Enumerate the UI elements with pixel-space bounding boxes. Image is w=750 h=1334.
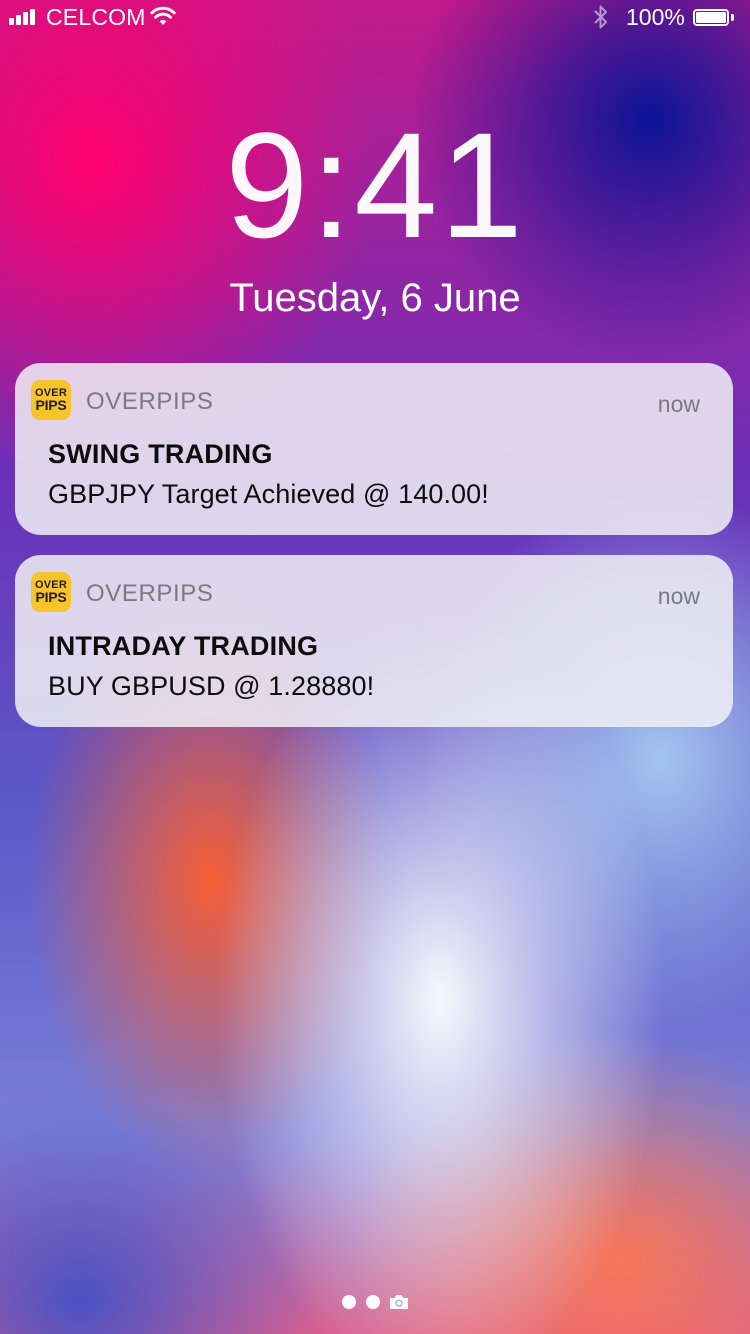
notification-time: now — [657, 583, 700, 609]
notification-title: INTRADAY TRADING — [48, 631, 319, 661]
bluetooth-icon — [594, 5, 607, 29]
battery-percentage: 100% — [626, 4, 685, 30]
overpips-app-icon: OVER PIPS — [31, 572, 71, 612]
notification-app-name: OVERPIPS — [86, 388, 214, 415]
status-bar: CELCOM 100% — [0, 0, 750, 36]
notification-time: now — [657, 391, 700, 417]
lock-screen-time: 9:41 — [225, 101, 525, 269]
camera-icon[interactable] — [388, 1293, 410, 1311]
notification-body: BUY GBPUSD @ 1.28880! — [48, 671, 375, 701]
notification-title: SWING TRADING — [48, 439, 273, 469]
page-indicator[interactable] — [340, 1293, 420, 1313]
notification-card[interactable]: OVER PIPS OVERPIPS now INTRADAY TRADING … — [15, 555, 733, 727]
notification-card[interactable]: OVER PIPS OVERPIPS now SWING TRADING GBP… — [15, 363, 733, 535]
notification-app-name: OVERPIPS — [86, 580, 214, 607]
signal-bars-icon — [9, 9, 39, 25]
battery-icon — [693, 9, 735, 26]
wifi-icon — [150, 6, 176, 25]
page-dot-current — [342, 1295, 356, 1309]
lock-screen-date: Tuesday, 6 June — [229, 276, 521, 320]
overpips-app-icon: OVER PIPS — [31, 380, 71, 420]
carrier-name: CELCOM — [46, 4, 146, 30]
battery-level-fill — [696, 12, 726, 23]
page-dot — [366, 1295, 380, 1309]
notification-body: GBPJPY Target Achieved @ 140.00! — [48, 479, 489, 509]
